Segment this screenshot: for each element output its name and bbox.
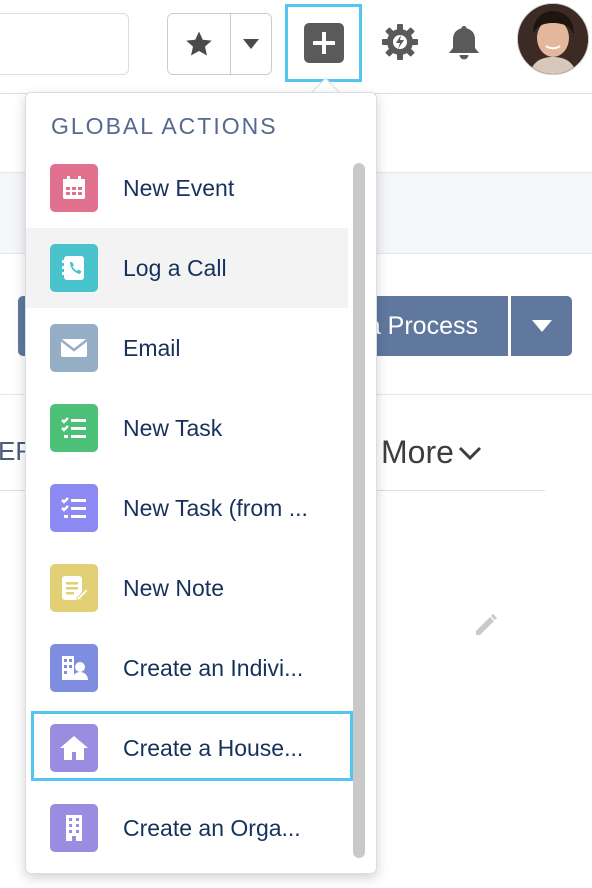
menu-item-new-event[interactable]: New Event <box>26 148 348 228</box>
menu-item-create-individual[interactable]: Create an Indivi... <box>26 628 348 708</box>
calendar-icon <box>50 164 98 212</box>
global-search-input[interactable] <box>0 13 129 75</box>
menu-item-create-organization[interactable]: Create an Orga... <box>26 788 348 868</box>
building-icon <box>50 804 98 852</box>
phone-icon <box>50 244 98 292</box>
menu-item-label: Create an Orga... <box>123 814 301 841</box>
menu-item-create-household[interactable]: Create a House... <box>26 708 353 788</box>
menu-item-label: Email <box>123 334 181 361</box>
menu-item-label: New Note <box>123 574 224 601</box>
menu-title: GLOBAL ACTIONS <box>51 113 278 139</box>
scrollbar-thumb[interactable] <box>353 163 365 858</box>
star-icon <box>186 31 212 56</box>
menu-item-new-task[interactable]: New Task <box>26 388 348 468</box>
favorites-button-group <box>167 13 272 75</box>
house-icon <box>50 724 98 772</box>
menu-item-email[interactable]: Email <box>26 308 348 388</box>
process-menu-button[interactable] <box>511 296 572 356</box>
menu-list: New Event Log a Call Email New Task New … <box>26 148 353 868</box>
tab-more[interactable]: More <box>381 434 482 471</box>
menu-item-label: Create an Indivi... <box>123 654 304 681</box>
favorites-button[interactable] <box>168 14 231 74</box>
process-button-label: a Process <box>366 311 478 340</box>
menu-item-label: Log a Call <box>123 254 227 281</box>
gear-icon[interactable] <box>380 22 420 62</box>
menu-item-label: Create a House... <box>123 734 304 761</box>
menu-item-label: New Task (from ... <box>123 494 308 521</box>
user-avatar[interactable] <box>517 3 589 75</box>
note-icon <box>50 564 98 612</box>
global-header <box>0 0 592 94</box>
menu-item-label: New Task <box>123 414 223 441</box>
person-building-icon <box>50 644 98 692</box>
chevron-down-icon <box>531 320 552 332</box>
chevron-down-icon <box>243 39 259 49</box>
menu-item-label: New Event <box>123 174 235 201</box>
global-actions-button[interactable] <box>285 4 362 82</box>
favorites-menu-button[interactable] <box>231 14 271 74</box>
chevron-down-icon <box>458 446 481 460</box>
menu-item-log-a-call[interactable]: Log a Call <box>26 228 348 308</box>
pencil-icon[interactable] <box>471 609 501 639</box>
envelope-icon <box>50 324 98 372</box>
menu-item-new-note[interactable]: New Note <box>26 548 348 628</box>
menu-scrollbar[interactable] <box>353 163 365 863</box>
task-list-icon <box>50 404 98 452</box>
menu-item-new-task-from[interactable]: New Task (from ... <box>26 468 348 548</box>
more-tab-label: More <box>381 434 454 470</box>
global-actions-menu: GLOBAL ACTIONS New Event Log a Call Emai… <box>25 92 377 874</box>
plus-icon <box>303 23 344 63</box>
bell-icon[interactable] <box>444 22 484 62</box>
task-list-icon <box>50 484 98 532</box>
